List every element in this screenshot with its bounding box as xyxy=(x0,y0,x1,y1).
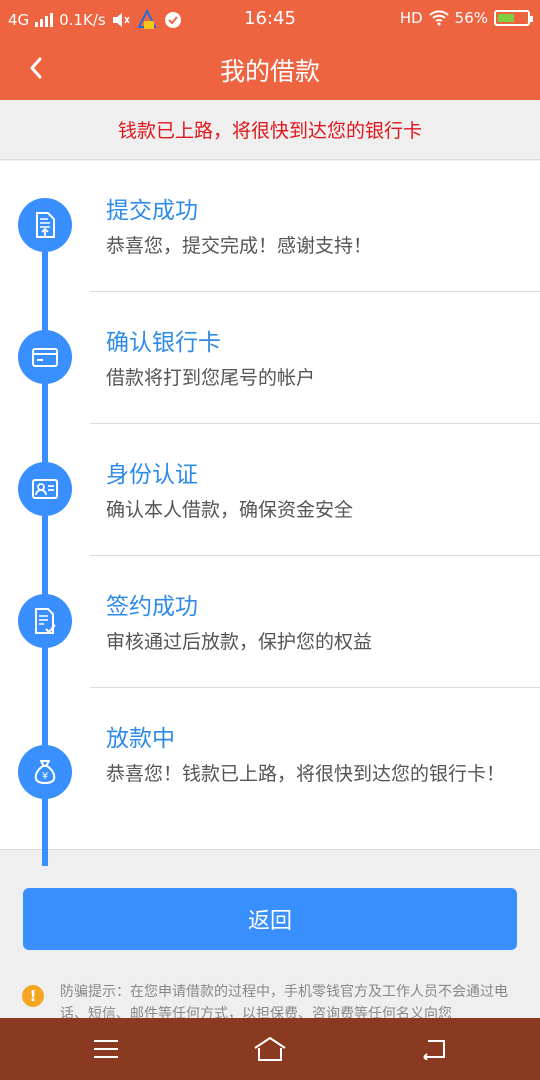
fraud-tip-text: 防骗提示：在您申请借款的过程中，手机零钱官方及工作人员不会通过电话、短信、邮件等… xyxy=(60,984,508,1020)
step-desc: 确认本人借款，确保资金安全 xyxy=(106,499,354,521)
home-icon xyxy=(254,1036,286,1061)
step-icon-circle xyxy=(18,198,72,252)
id-card-icon xyxy=(32,479,58,499)
step-divider xyxy=(90,423,540,424)
back-nav-button[interactable] xyxy=(414,1032,454,1066)
warning-icon: ! xyxy=(22,985,44,1007)
step-icon-circle: ¥ xyxy=(18,745,72,799)
bank-card-icon xyxy=(32,348,58,367)
timeline-step: 确认银行卡 借款将打到您尾号的帐户 xyxy=(0,293,540,425)
wifi-icon xyxy=(428,10,449,26)
step-divider xyxy=(90,555,540,556)
step-icon-circle xyxy=(18,594,72,648)
svg-text:¥: ¥ xyxy=(42,771,48,782)
step-title: 放款中 xyxy=(106,726,175,752)
step-icon-circle xyxy=(18,330,72,384)
battery-icon xyxy=(494,10,533,26)
step-divider xyxy=(90,687,540,688)
status-right: HD 56% xyxy=(399,9,533,27)
contract-signed-icon xyxy=(35,608,56,634)
timeline-step: 签约成功 审核通过后放款，保护您的权益 xyxy=(0,557,540,689)
step-desc: 借款将打到您尾号的帐户 xyxy=(106,367,316,389)
step-title: 提交成功 xyxy=(106,198,198,224)
menu-icon xyxy=(94,1040,118,1058)
timeline-step: 提交成功 恭喜您，提交完成！感谢支持！ xyxy=(0,161,540,293)
fraud-tip: ! 防骗提示：在您申请借款的过程中，手机零钱官方及工作人员不会通过电话、短信、邮… xyxy=(0,980,540,1020)
status-notice: 钱款已上路，将很快到达您的银行卡 xyxy=(0,100,540,160)
step-title: 签约成功 xyxy=(106,594,198,620)
progress-timeline: 提交成功 恭喜您，提交完成！感谢支持！ 确认银行卡 借款将打到您尾号的帐户 身份… xyxy=(0,161,540,866)
timeline-step: ¥ 放款中 恭喜您！钱款已上路，将很快到达您的银行卡！ xyxy=(0,689,540,850)
status-bar: 4G 0.1K/s 16:45 HD 56% xyxy=(0,0,540,36)
back-icon xyxy=(423,1040,445,1060)
step-divider xyxy=(90,291,540,292)
hd-indicator: HD xyxy=(399,9,423,27)
step-desc: 审核通过后放款，保护您的权益 xyxy=(106,631,373,653)
page-title: 我的借款 xyxy=(219,57,320,86)
timeline-step: 身份认证 确认本人借款，确保资金安全 xyxy=(0,425,540,557)
document-upload-icon xyxy=(36,212,55,238)
step-title: 身份认证 xyxy=(106,462,198,488)
step-icon-circle xyxy=(18,462,72,516)
system-nav-bar xyxy=(0,1018,540,1080)
step-desc: 恭喜您！钱款已上路，将很快到达您的银行卡！ xyxy=(106,763,506,785)
home-button[interactable] xyxy=(250,1032,290,1066)
return-button[interactable]: 返回 xyxy=(23,888,517,950)
battery-percent: 56% xyxy=(454,9,488,27)
money-bag-icon: ¥ xyxy=(34,760,56,785)
app-header: 我的借款 xyxy=(0,36,540,100)
step-title: 确认银行卡 xyxy=(106,330,221,356)
step-desc: 恭喜您，提交完成！感谢支持！ xyxy=(106,235,373,257)
menu-button[interactable] xyxy=(86,1032,126,1066)
